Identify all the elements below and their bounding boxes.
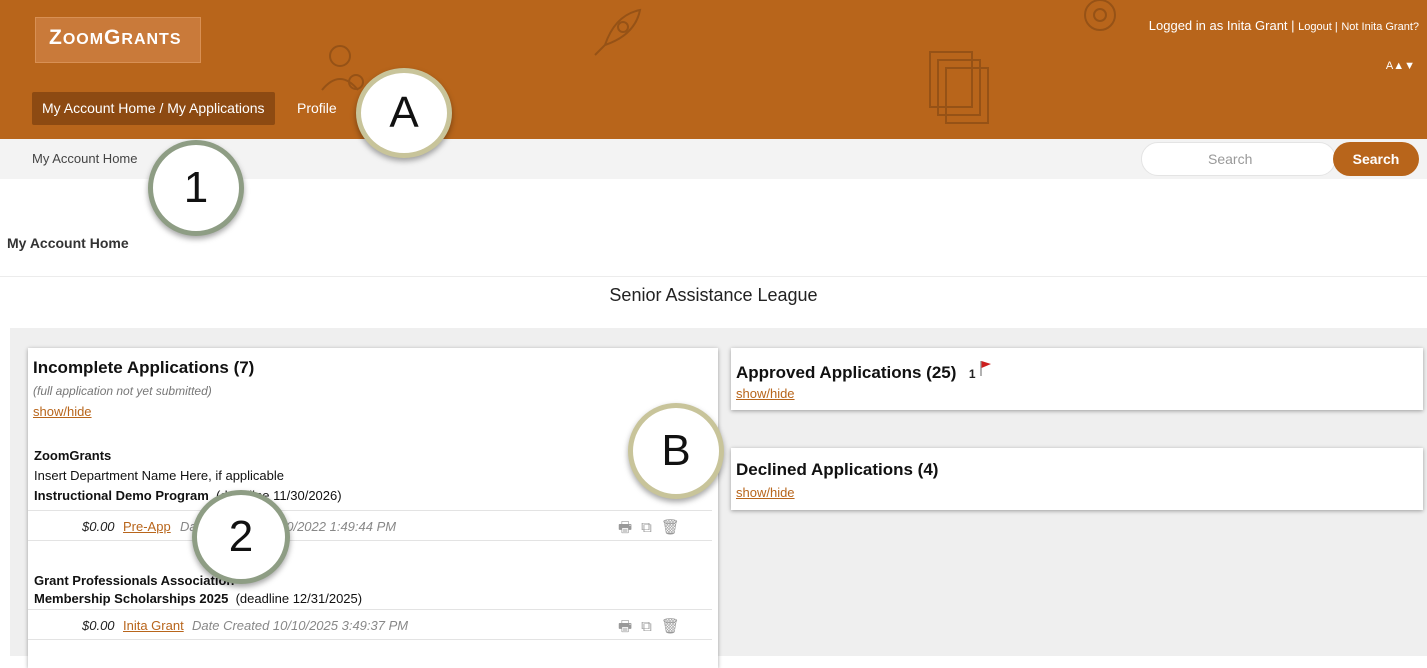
application-row: $0.00 Pre-App Date Created 10/10/2022 1:…	[28, 510, 712, 541]
app-org-name: Grant Professionals Association	[34, 573, 235, 588]
approved-title: Approved Applications (25)	[736, 363, 957, 382]
not-user-link[interactable]: Not Inita Grant?	[1341, 21, 1419, 33]
printer-icon[interactable]: 🖶	[618, 616, 632, 641]
incomplete-applications-panel: Incomplete Applications (7) (full applic…	[28, 348, 718, 668]
organization-name: Senior Assistance League	[609, 285, 818, 305]
trash-icon[interactable]: 🗑	[661, 518, 680, 536]
page-title: My Account Home	[7, 235, 129, 251]
declined-title: Declined Applications (4)	[736, 460, 939, 479]
declined-applications-panel: Declined Applications (4) show/hide	[731, 448, 1423, 510]
login-status: Logged in as Inita Grant | Logout | Not …	[1149, 18, 1419, 33]
incomplete-title: Incomplete Applications (7)	[33, 358, 255, 377]
callout-2: 2	[192, 490, 290, 584]
app-link[interactable]: Inita Grant	[123, 618, 184, 633]
divider	[0, 276, 1427, 277]
incomplete-showhide-link[interactable]: show/hide	[33, 404, 92, 419]
app-amount: $0.00	[82, 618, 115, 633]
approved-showhide-link[interactable]: show/hide	[736, 386, 795, 401]
logout-link[interactable]: Logout |	[1298, 21, 1338, 33]
logged-in-text: Logged in as Inita Grant |	[1148, 18, 1295, 33]
incomplete-note: (full application not yet submitted)	[33, 384, 212, 398]
app-org-name: ZoomGrants	[34, 448, 112, 463]
approved-header: Approved Applications (25) 1	[736, 360, 992, 383]
breadcrumb[interactable]: My Account Home	[32, 151, 138, 166]
nav-profile[interactable]: Profile	[297, 92, 337, 125]
app-department: Insert Department Name Here, if applicab…	[34, 468, 285, 483]
user-gear-icon	[321, 45, 364, 91]
copy-icon[interactable]: ⧉	[641, 618, 652, 635]
approved-applications-panel: Approved Applications (25) 1 show/hide	[731, 348, 1423, 410]
callout-1: 1	[148, 140, 244, 236]
flag-icon[interactable]	[980, 360, 992, 376]
callout-b: B	[628, 403, 724, 499]
app-date-created: Date Created 10/10/2025 3:49:37 PM	[192, 618, 409, 633]
declined-showhide-link[interactable]: show/hide	[736, 485, 795, 500]
rocket-icon	[594, 8, 642, 56]
app-amount: $0.00	[82, 519, 115, 534]
gear-icon	[1084, 0, 1116, 31]
nav-my-account-home[interactable]: My Account Home / My Applications	[32, 92, 275, 125]
app-program: Membership Scholarships 2025 (deadline 1…	[34, 591, 363, 606]
application-row: $0.00 Inita Grant Date Created 10/10/202…	[28, 609, 712, 640]
flag-count: 1	[968, 367, 976, 381]
app-link[interactable]: Pre-App	[123, 519, 171, 534]
search-input[interactable]: Search	[1141, 142, 1336, 176]
documents-icon	[929, 51, 989, 124]
printer-icon[interactable]: 🖶	[618, 517, 632, 542]
font-size-control[interactable]: A▲▼	[1386, 60, 1415, 72]
zoomgrants-logo[interactable]: ZOOMGRANTS	[35, 17, 201, 63]
trash-icon[interactable]: 🗑	[661, 617, 680, 635]
callout-a: A	[356, 68, 452, 158]
copy-icon[interactable]: ⧉	[641, 519, 652, 536]
search-button[interactable]: Search	[1333, 142, 1419, 176]
site-header: ZOOMGRANTS My Account Home / My Applicat…	[0, 0, 1427, 139]
app-program: Instructional Demo Program (deadline 11/…	[34, 488, 342, 503]
